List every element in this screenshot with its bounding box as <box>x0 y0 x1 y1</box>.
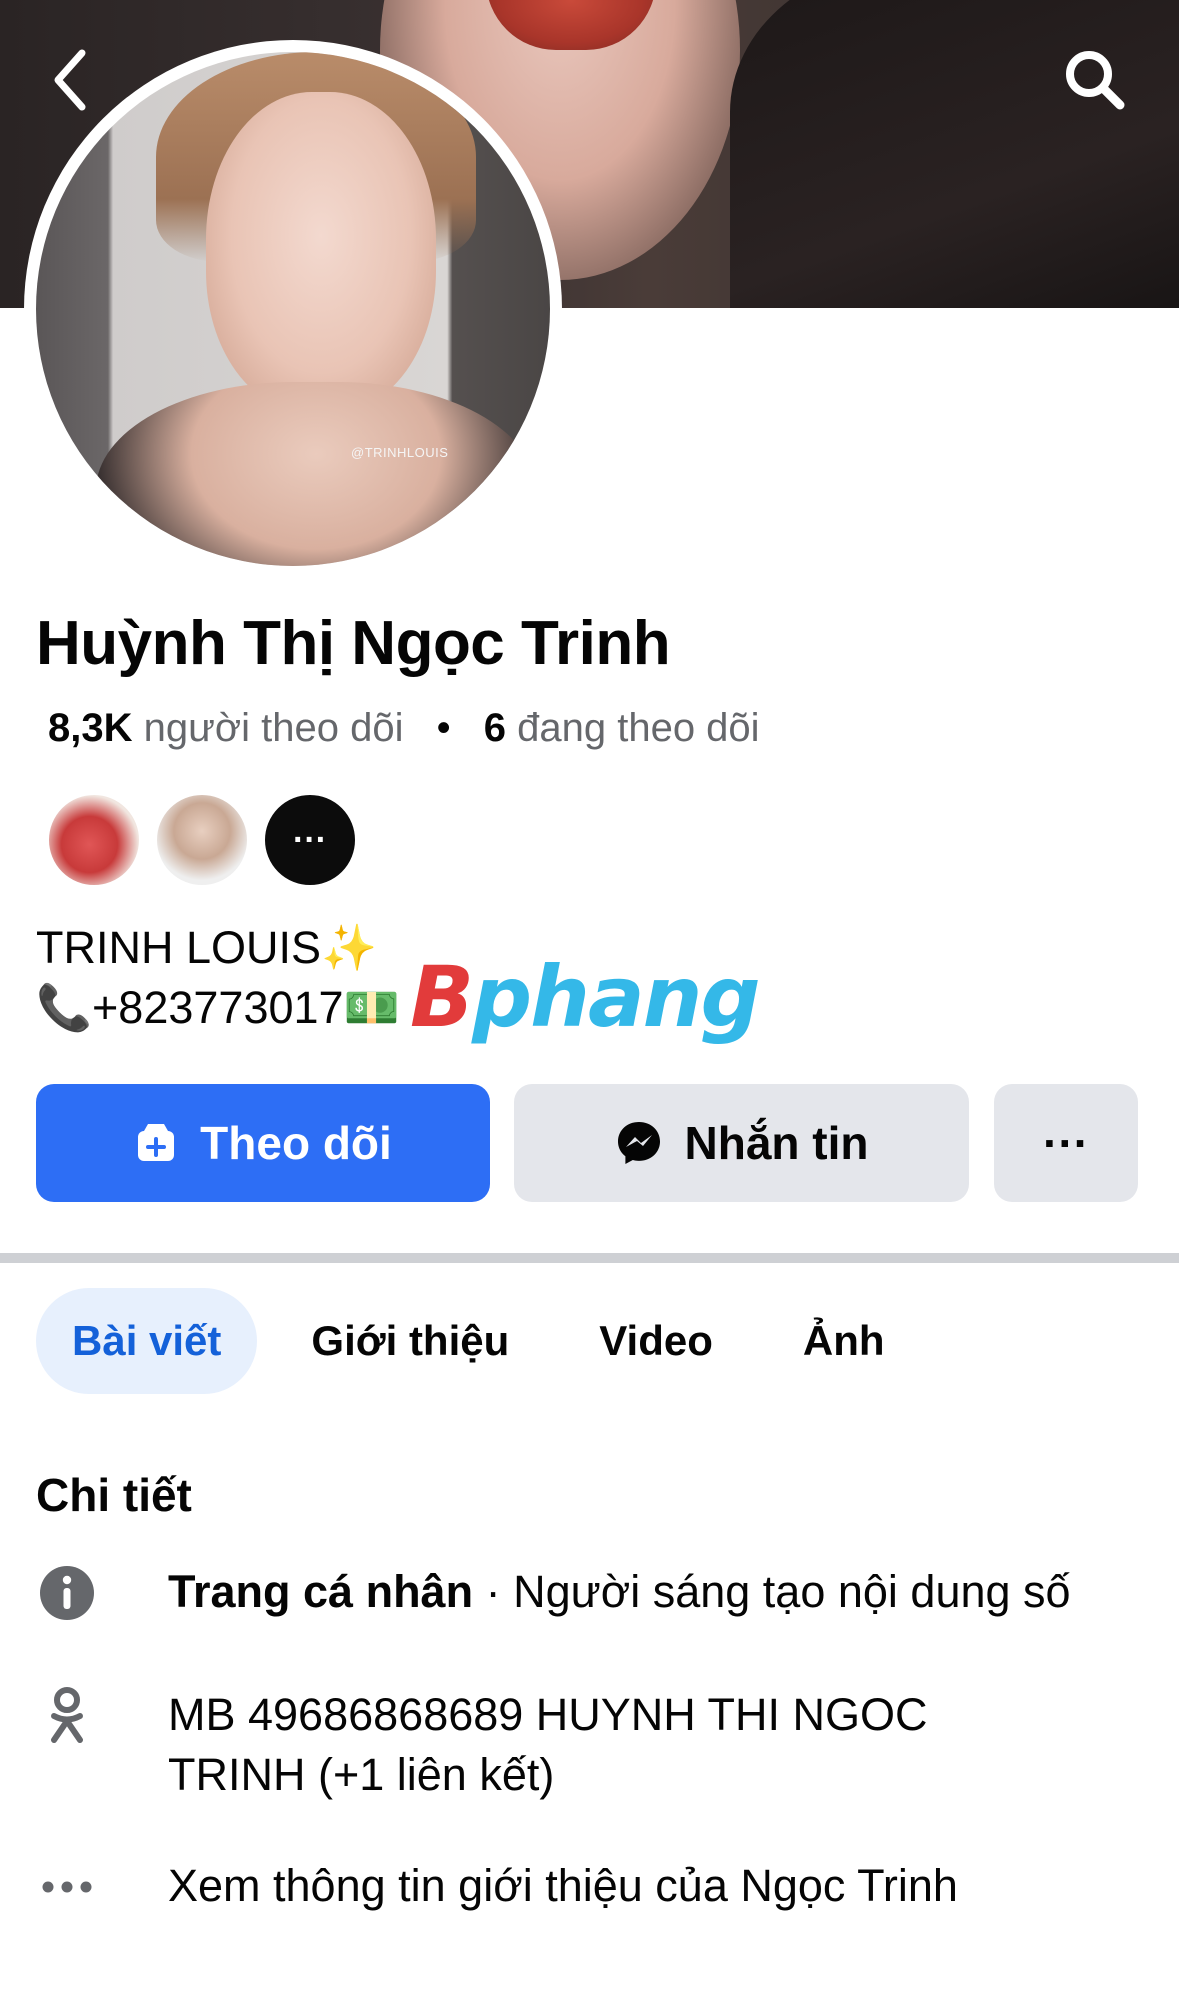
following-label: đang theo dõi <box>517 706 760 750</box>
friend-avatar[interactable] <box>46 792 142 888</box>
detail-see-more[interactable]: Xem thông tin giới thiệu của Ngọc Trinh <box>36 1856 958 1918</box>
avatar-watermark: @TRINHLOUIS <box>351 445 449 460</box>
chevron-left-icon <box>54 49 86 111</box>
watermark-text: B <box>410 948 474 1046</box>
avatar-body <box>96 382 536 566</box>
avatar-image: @TRINHLOUIS <box>36 52 550 566</box>
bio-line: 📞+823773017💵 <box>36 982 400 1033</box>
link-icon <box>36 1685 98 1747</box>
stats-separator: • <box>436 706 451 750</box>
follow-button[interactable]: Theo dõi <box>36 1084 490 1202</box>
see-more-text[interactable]: Xem thông tin giới thiệu của Ngọc Trinh <box>168 1856 958 1916</box>
tab-posts[interactable]: Bài viết <box>36 1288 258 1394</box>
messenger-icon <box>617 1122 660 1164</box>
back-button[interactable] <box>40 40 100 120</box>
message-button[interactable]: Nhắn tin <box>514 1084 969 1202</box>
detail-link[interactable]: MB 49686868689 HUYNH THI NGOC TRINH (+1 … <box>36 1685 1068 1805</box>
page-type-value: · Người sáng tạo nội dung số <box>473 1566 1071 1617</box>
search-button[interactable] <box>1055 40 1135 120</box>
friend-avatar[interactable] <box>154 792 250 888</box>
details-title: Chi tiết <box>36 1469 192 1521</box>
profile-name: Huỳnh Thị Ngọc Trinh <box>36 609 671 678</box>
follow-icon <box>138 1124 175 1161</box>
more-dots-icon: ··· <box>1043 1117 1089 1169</box>
profile-tabs: Bài viết Giới thiệu Video Ảnh <box>36 1288 939 1394</box>
followers-count: 8,3K <box>48 706 133 750</box>
tab-photos[interactable]: Ảnh <box>767 1288 921 1394</box>
link-text[interactable]: MB 49686868689 HUYNH THI NGOC TRINH (+1 … <box>168 1685 1068 1805</box>
avatar-face <box>206 92 436 412</box>
profile-bio: TRINH LOUIS✨ 📞+823773017💵 <box>36 918 400 1038</box>
more-horizontal-icon <box>36 1856 98 1918</box>
friends-more-avatar[interactable]: ··· <box>262 792 358 888</box>
page-type-label: Trang cá nhân <box>168 1566 474 1617</box>
follow-label: Theo dõi <box>200 1117 392 1169</box>
search-icon <box>1066 51 1125 110</box>
profile-avatar[interactable]: @TRINHLOUIS <box>24 40 562 578</box>
follow-stats[interactable]: 8,3K người theo dõi • 6 đang theo dõi <box>48 706 760 751</box>
info-icon <box>36 1562 98 1624</box>
more-options-button[interactable]: ··· <box>994 1084 1138 1202</box>
following-count: 6 <box>483 706 506 750</box>
watermark-text: phang <box>472 948 761 1046</box>
section-divider <box>0 1253 1179 1263</box>
bio-line: TRINH LOUIS✨ <box>36 922 378 973</box>
mutual-friends[interactable]: ··· <box>46 792 358 888</box>
tab-about[interactable]: Giới thiệu <box>275 1288 545 1394</box>
message-label: Nhắn tin <box>684 1117 869 1169</box>
followers-label: người theo dõi <box>143 706 404 750</box>
watermark-logo: Bphang <box>410 948 761 1046</box>
more-dots-icon: ··· <box>293 820 327 859</box>
tab-videos[interactable]: Video <box>563 1288 749 1394</box>
detail-page-type: Trang cá nhân · Người sáng tạo nội dung … <box>36 1562 1071 1624</box>
